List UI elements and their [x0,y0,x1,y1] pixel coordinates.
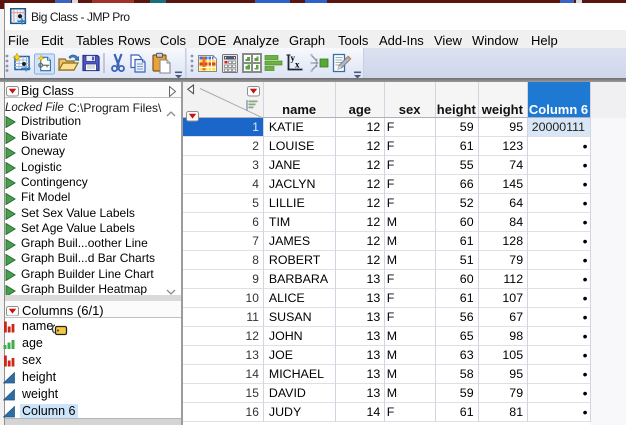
svg-text:x: x [295,60,300,70]
